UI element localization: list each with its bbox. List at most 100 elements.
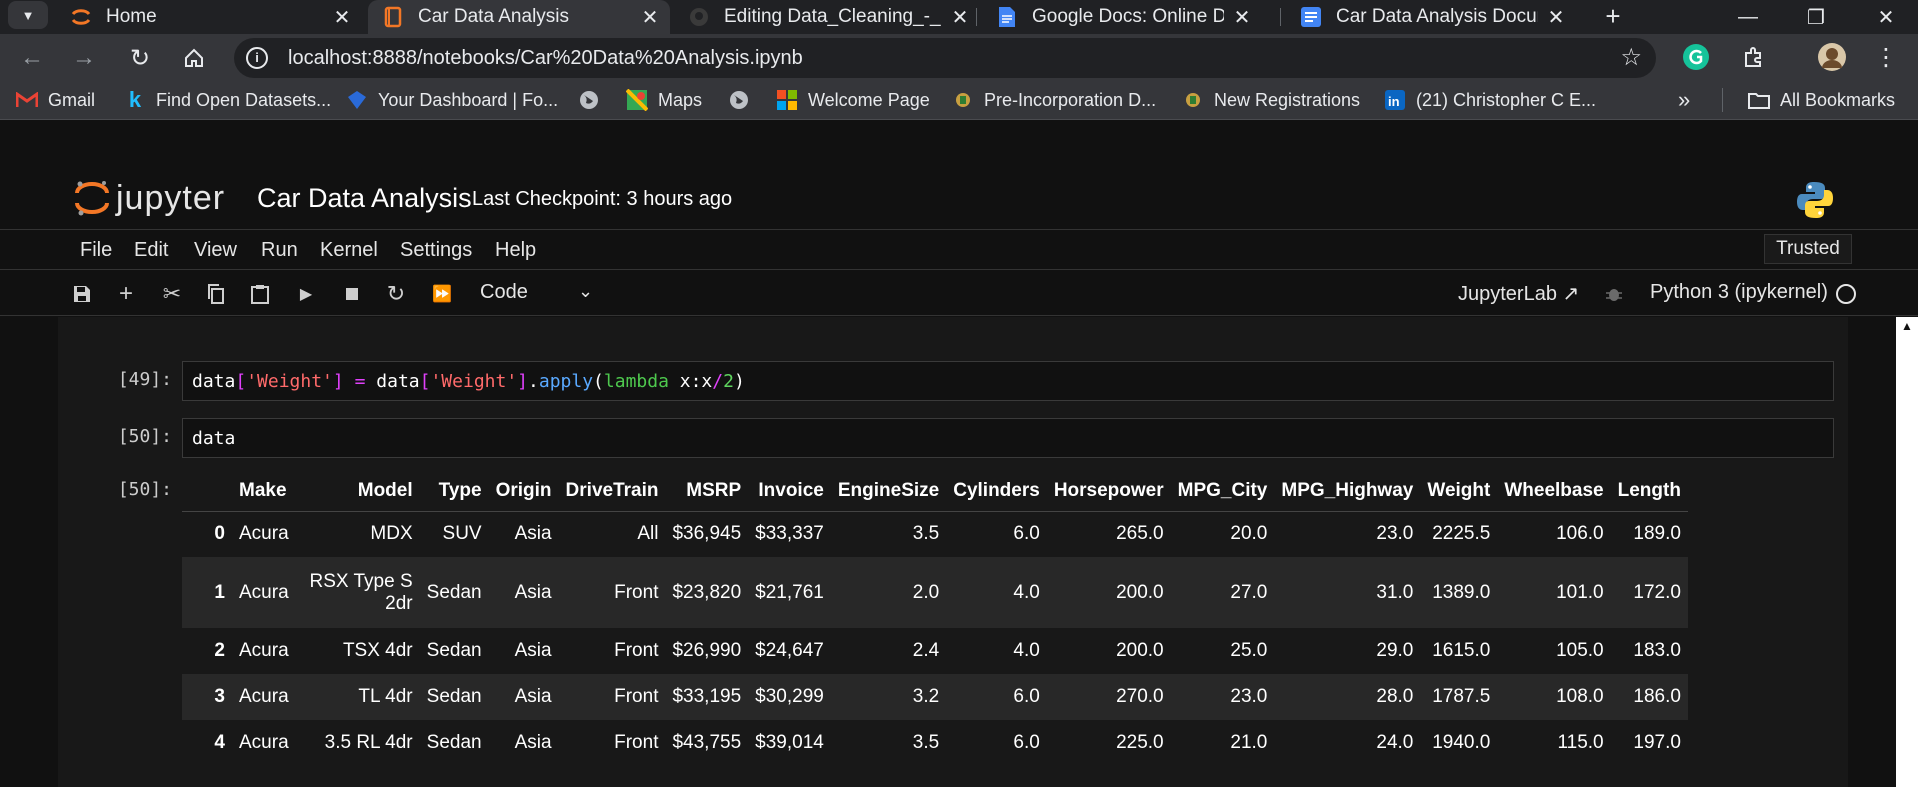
kernel-name[interactable]: Python 3 (ipykernel) (1650, 281, 1828, 304)
jupyter-header: jupyter Car Data Analysis Last Checkpoin… (0, 166, 1918, 230)
table-cell: 6.0 (1013, 523, 1040, 545)
bookmark-find-open-datasets[interactable]: k Find Open Datasets... (124, 87, 331, 112)
google-docs-icon (1300, 6, 1322, 28)
paste-icon[interactable] (248, 282, 272, 306)
menu-settings[interactable]: Settings (400, 239, 472, 262)
column-header: Weight (1420, 471, 1498, 512)
table-cell: $33,195 (665, 674, 749, 720)
svg-text:in: in (1388, 94, 1400, 109)
more-bookmarks-chevron-icon[interactable]: » (1678, 87, 1690, 112)
scroll-up-icon[interactable]: ▲ (1901, 319, 1913, 333)
save-icon[interactable] (70, 282, 94, 306)
table-cell: Front (614, 640, 659, 661)
jupyter-menubar: File Edit View Run Kernel Settings Help … (0, 230, 1918, 270)
tab-google-docs[interactable]: Google Docs: Online Doc ✕ (982, 0, 1262, 34)
avatar[interactable] (1816, 41, 1848, 73)
forward-arrow-icon[interactable]: → (66, 40, 102, 76)
notebook-panel: [49]: data['Weight'] = data['Weight'].ap… (58, 317, 1848, 787)
trusted-indicator[interactable]: Trusted (1764, 234, 1852, 264)
python-logo-icon (1795, 180, 1835, 225)
tab-editing-data-cleaning[interactable]: Editing Data_Cleaning_-_I ✕ (674, 0, 980, 34)
column-header: Wheelbase (1497, 471, 1611, 512)
restore-button[interactable]: ❐ (1786, 0, 1846, 34)
table-cell: All (637, 523, 659, 545)
column-header: Model (295, 471, 420, 512)
table-cell: 20.0 (1230, 523, 1268, 545)
restart-kernel-icon[interactable]: ↻ (384, 281, 408, 306)
bookmark-label: Welcome Page (808, 89, 930, 110)
menu-kernel[interactable]: Kernel (320, 239, 378, 262)
bookmark-pre-incorporation[interactable]: Pre-Incorporation D... (952, 88, 1156, 112)
notebook-title[interactable]: Car Data Analysis (257, 183, 472, 214)
table-cell: 3.5 (912, 732, 940, 753)
jupyterlab-link[interactable]: JupyterLab ↗ (1458, 281, 1579, 306)
bookmark-globe-2[interactable] (728, 88, 760, 112)
table-cell: $43,755 (672, 732, 742, 753)
table-cell: Asia (514, 640, 552, 661)
cell-type-select[interactable]: Code (480, 281, 528, 304)
extensions-icon[interactable] (1738, 41, 1770, 73)
close-window-button[interactable]: ✕ (1856, 0, 1916, 34)
bug-icon[interactable] (1602, 282, 1626, 306)
add-cell-icon[interactable]: + (114, 280, 138, 307)
tab-home[interactable]: Home ✕ (56, 0, 362, 34)
close-icon[interactable]: ✕ (640, 5, 660, 30)
copy-icon[interactable] (204, 282, 228, 306)
table-cell: 1940.0 (1432, 732, 1491, 753)
table-cell: Front (614, 732, 659, 753)
new-tab-button[interactable]: + (1598, 2, 1628, 32)
chevron-down-icon[interactable]: ⌄ (578, 281, 593, 302)
dataframe-output: Make Model Type Origin DriveTrain MSRP I… (182, 471, 1688, 766)
menu-run[interactable]: Run (261, 239, 298, 262)
tab-car-data-analysis[interactable]: Car Data Analysis ✕ (368, 0, 670, 34)
menu-file[interactable]: File (80, 239, 112, 262)
cut-icon[interactable]: ✂ (160, 281, 184, 306)
table-row: 1 Acura RSX Type S 2dr Sedan Asia Front … (182, 557, 1688, 628)
tab-car-data-analysis-doc[interactable]: Car Data Analysis Docum ✕ (1286, 0, 1576, 34)
run-all-icon[interactable]: ⏩ (430, 282, 454, 306)
cell-prompt: [49]: (117, 369, 172, 390)
table-cell: 270.0 (1046, 674, 1171, 720)
reload-icon[interactable]: ↻ (122, 40, 158, 76)
minimize-button[interactable]: — (1718, 0, 1778, 34)
bookmark-welcome-page[interactable]: Welcome Page (776, 88, 930, 112)
run-icon[interactable]: ▶ (294, 282, 318, 306)
jupyter-logo[interactable]: jupyter (74, 178, 225, 218)
close-icon[interactable]: ✕ (950, 5, 970, 30)
menu-kebab-icon[interactable]: ⋮ (1870, 41, 1902, 73)
bookmark-globe-1[interactable] (578, 88, 610, 112)
stop-icon[interactable] (340, 282, 364, 306)
menu-help[interactable]: Help (495, 239, 536, 262)
bookmark-gmail[interactable]: Gmail (16, 88, 95, 112)
menu-edit[interactable]: Edit (134, 239, 168, 262)
table-cell: 2.4 (912, 640, 940, 661)
all-bookmarks-label: All Bookmarks (1780, 89, 1896, 110)
jupyter-logo-icon (75, 181, 109, 216)
column-header: Length (1610, 471, 1688, 512)
site-info-icon[interactable]: i (246, 47, 268, 69)
globe-icon (728, 89, 750, 111)
close-icon[interactable]: ✕ (1546, 5, 1566, 30)
chevron-down-icon: ▼ (21, 7, 35, 23)
bookmark-linkedin[interactable]: in (21) Christopher C E... (1384, 88, 1596, 112)
close-icon[interactable]: ✕ (1232, 5, 1252, 30)
address-bar[interactable]: i localhost:8888/notebooks/Car%20Data%20… (234, 38, 1656, 78)
close-icon[interactable]: ✕ (332, 5, 352, 30)
url-text[interactable]: localhost:8888/notebooks/Car%20Data%20An… (288, 47, 803, 70)
back-arrow-icon[interactable]: ← (14, 40, 50, 76)
row-index: 2 (214, 640, 225, 661)
table-cell: 27.0 (1170, 557, 1275, 628)
table-cell: 23.0 (1376, 523, 1414, 545)
bookmark-your-dashboard[interactable]: Your Dashboard | Fo... (346, 88, 558, 112)
bookmark-star-icon[interactable]: ☆ (1620, 43, 1642, 72)
tab-search-button[interactable]: ▼ (8, 1, 48, 29)
home-icon[interactable] (176, 40, 212, 76)
all-bookmarks[interactable]: All Bookmarks (1748, 88, 1895, 112)
bookmark-new-registrations[interactable]: New Registrations (1182, 88, 1360, 112)
menu-view[interactable]: View (194, 239, 237, 262)
code-cell-50[interactable]: data (182, 418, 1834, 458)
bookmark-maps[interactable]: Maps (626, 88, 702, 112)
grammarly-icon[interactable] (1680, 41, 1712, 73)
notebook-scrollbar[interactable]: ▲ (1896, 317, 1918, 787)
code-cell-49[interactable]: data['Weight'] = data['Weight'].apply(la… (182, 361, 1834, 401)
